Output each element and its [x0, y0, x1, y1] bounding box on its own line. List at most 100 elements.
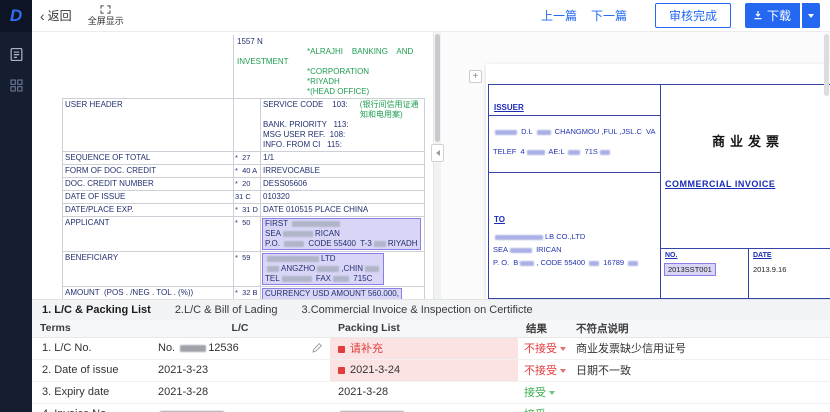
topbar: ‹ 返回 全屏显示 上一篇 下一篇 审核完成 下载: [32, 0, 830, 32]
chevron-down-icon: [549, 391, 555, 395]
term-cell: 2. Date of issue: [32, 359, 150, 381]
swift-field-value: FIRST SEARICANP.O. CODE 55400 T-3RIYADH: [261, 217, 424, 251]
swift-field-tag: * 32 B: [234, 287, 261, 299]
note-cell: 日期不一致: [568, 359, 830, 381]
swift-value-line: 1/1: [263, 153, 422, 163]
scrollbar-thumb[interactable]: [435, 34, 440, 142]
table-body: 1. L/C No.No. 12536请补充不接受商业发票缺少信用证号2. Da…: [32, 337, 830, 412]
download-more-button[interactable]: [802, 3, 820, 28]
swift-field-label: AMOUNT (POS . /NEG . TOL . (%)): [63, 287, 234, 299]
download-label: 下载: [767, 7, 791, 24]
packing-list-cell: 2021-3-24: [330, 359, 518, 381]
swift-row: USER HEADERSERVICE CODE 103:(银行间信用证通知和电用…: [63, 99, 424, 152]
swift-value-line: INFO. FROM CI 115:: [263, 140, 422, 150]
document-review-icon[interactable]: [7, 45, 25, 63]
invoice-title-en: COMMERCIAL INVOICE: [665, 179, 775, 189]
result-select[interactable]: 接受: [524, 406, 555, 412]
comparison-table: TermsL/CPacking List结果不符点说明 1. L/C No.No…: [32, 320, 830, 412]
swift-field-label: FORM OF DOC. CREDIT: [63, 165, 234, 177]
redacted-text: [510, 248, 532, 253]
swift-value-line: CURRENCY USD AMOUNT 560.000,: [265, 289, 399, 299]
back-button[interactable]: ‹ 返回: [40, 7, 72, 24]
review-complete-button[interactable]: 审核完成: [655, 3, 731, 28]
result-select[interactable]: 不接受: [524, 362, 566, 378]
field-highlight: FIRST SEARICANP.O. CODE 55400 T-3RIYADH: [263, 219, 420, 249]
download-button[interactable]: 下载: [745, 3, 800, 28]
invoice-issuer-lines: D.L CHANGMOU ,FUL ,JSL.C VATELEF 4 AE:L …: [489, 115, 660, 173]
tab-bar: 1. L/C & Packing List 2.L/C & Bill of Lad…: [32, 300, 830, 320]
invoice-no-cell: NO. 2013SST001: [661, 249, 749, 298]
fullscreen-button[interactable]: 全屏显示: [88, 5, 124, 27]
panel-scrollbar[interactable]: [433, 32, 441, 299]
next-doc-link[interactable]: 下一篇: [591, 7, 627, 24]
swift-field-tag: * 40 A: [234, 165, 261, 177]
review-panel: 1. L/C & Packing List 2.L/C & Bill of Lad…: [32, 299, 830, 412]
swift-field-tag: * 59: [234, 252, 261, 286]
table-row: 3. Expiry date2021-3-282021-3-28接受: [32, 381, 830, 403]
invoice-panel[interactable]: + ISSUER D.L CHANGMOU ,FUL ,JSL.C VATELE…: [441, 32, 830, 299]
swift-panel[interactable]: 1557 N *ALRAJHI BANKING ANDINVESTMENT*CO…: [32, 32, 433, 299]
swift-document: 1557 N *ALRAJHI BANKING ANDINVESTMENT*CO…: [62, 35, 425, 299]
invoice-to-label: TO: [489, 173, 660, 227]
collapse-panel-handle[interactable]: [431, 144, 444, 162]
swift-value-line: P.O. CODE 55400 T-3RIYADH: [265, 239, 418, 249]
swift-field-tag: [234, 99, 261, 151]
redacted-text: [495, 130, 517, 135]
result-select[interactable]: 不接受: [524, 340, 566, 356]
invoice-date-label: DATE: [753, 252, 830, 259]
redacted-text: [317, 266, 339, 272]
swift-value-line: LTD: [265, 254, 381, 264]
swift-bank-lines: *ALRAJHI BANKING ANDINVESTMENT*CORPORATI…: [237, 47, 425, 97]
swift-bank-line: *(HEAD OFFICE): [237, 87, 425, 97]
result-select[interactable]: 接受: [524, 384, 555, 400]
swift-header-block: 1557 N *ALRAJHI BANKING ANDINVESTMENT*CO…: [62, 35, 425, 98]
edit-icon[interactable]: [312, 343, 322, 353]
result-cell: 不接受: [518, 337, 568, 359]
result-cell: 接受: [518, 381, 568, 403]
redacted-text: [282, 276, 312, 282]
tab-lc-packing-list[interactable]: 1. L/C & Packing List: [42, 304, 151, 316]
swift-field-label: APPLICANT: [63, 217, 234, 251]
tab-lc-bill-of-lading[interactable]: 2.L/C & Bill of Lading: [175, 304, 278, 316]
note-cell: [568, 381, 830, 403]
download-icon: [753, 9, 763, 23]
lc-cell: 2021-3-28: [150, 381, 330, 403]
main-area: ‹ 返回 全屏显示 上一篇 下一篇 审核完成 下载: [32, 0, 830, 412]
swift-field-value: 010320: [261, 191, 424, 203]
topbar-actions: 上一篇 下一篇 审核完成 下载: [541, 3, 820, 28]
column-header: 结果: [518, 320, 568, 337]
app-logo[interactable]: D: [0, 0, 32, 32]
invoice-line: TELEF 4 AE:L 71S: [493, 142, 656, 162]
redacted-text: [180, 345, 206, 352]
swift-value-line: DATE 010515 PLACE CHINA: [263, 205, 422, 215]
swift-field-value: 1/1: [261, 152, 424, 164]
redacted-text: [600, 150, 610, 155]
invoice-issuer-label: ISSUER: [489, 85, 660, 115]
redacted-text: [527, 150, 545, 155]
table-header-row: TermsL/CPacking List结果不符点说明: [32, 320, 830, 337]
right-scrollbar-thumb[interactable]: [824, 34, 829, 96]
swift-field-label: USER HEADER: [63, 99, 234, 151]
chevron-left-icon: [436, 150, 440, 156]
chevron-down-icon: [560, 369, 566, 373]
swift-row: APPLICANT* 50FIRST SEARICANP.O. CODE 554…: [63, 217, 424, 252]
discrepancy-flag-icon: [338, 367, 345, 374]
swift-value-line: MSG USER REF. 108:: [263, 130, 422, 140]
prev-doc-link[interactable]: 上一篇: [541, 7, 577, 24]
swift-bank-line: *CORPORATION: [237, 67, 425, 77]
table-row: 1. L/C No.No. 12536请补充不接受商业发票缺少信用证号: [32, 337, 830, 359]
apps-grid-icon[interactable]: [7, 76, 25, 94]
tab-invoice-inspection[interactable]: 3.Commercial Invoice & Inspection on Cer…: [302, 304, 533, 316]
swift-row: BENEFICIARY* 59LTDANGZHO,CHINTEL FAX 715…: [63, 252, 424, 287]
swift-field-value: LTDANGZHO,CHINTEL FAX 715C: [261, 252, 424, 286]
invoice-no-label: NO.: [665, 252, 744, 259]
swift-ref: 1557 N: [237, 37, 425, 47]
document-viewer: 1557 N *ALRAJHI BANKING ANDINVESTMENT*CO…: [32, 32, 830, 299]
swift-field-tag: * 20: [234, 178, 261, 190]
redacted-text: [520, 261, 534, 266]
lc-cell: No. 12536: [150, 337, 330, 359]
back-label: 返回: [48, 7, 72, 24]
lc-cell: 2021-3-23: [150, 359, 330, 381]
zoom-handle[interactable]: +: [469, 70, 482, 83]
table-row: 4. Invoice No.接受: [32, 403, 830, 412]
